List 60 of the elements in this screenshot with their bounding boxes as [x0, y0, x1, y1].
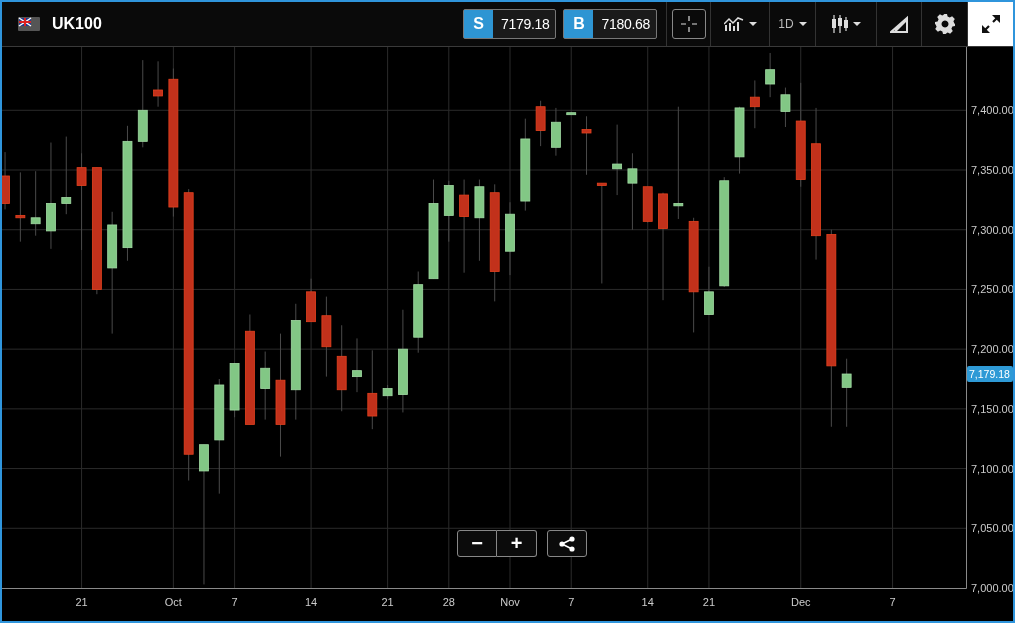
rising-candlestick [765, 52, 776, 98]
rising-candlestick [352, 337, 362, 393]
date-axis-label: 14 [304, 596, 318, 608]
date-axis-label: 21 [381, 596, 394, 608]
falling-candlestick [306, 278, 316, 323]
rising-candlestick [382, 384, 393, 400]
price-axis-label: 7,100.00 [971, 462, 1013, 475]
falling-candlestick [642, 186, 653, 224]
price-axis-label: 7,300.00 [971, 223, 1013, 236]
rising-candlestick [841, 358, 852, 428]
falling-candlestick [581, 115, 592, 176]
share-icon [559, 535, 575, 552]
line-chart-icon [723, 16, 744, 32]
falling-candlestick [2, 151, 10, 210]
price-axis-label: 7,350.00 [971, 164, 1013, 176]
symbol-title: UK100 [52, 15, 102, 33]
expand-icon [980, 14, 1001, 34]
date-axis-label: 21 [702, 596, 716, 608]
rising-candlestick [30, 170, 41, 237]
rising-candlestick [780, 87, 791, 128]
date-axis-label: 7 [231, 596, 238, 608]
rising-candlestick [229, 363, 240, 418]
falling-candlestick [535, 100, 546, 147]
zoom-out-button[interactable]: − [457, 530, 497, 557]
price-axis-label: 7,250.00 [971, 283, 1013, 296]
falling-candlestick [749, 79, 760, 129]
interval-dropdown[interactable]: 1D [769, 2, 815, 46]
rising-candlestick [551, 107, 561, 157]
date-axis-label: 21 [75, 596, 88, 608]
price-axis-label: 7,200.00 [971, 343, 1013, 356]
date-axis-label: 7 [889, 596, 896, 608]
date-axis-label: Nov [500, 596, 520, 608]
date-axis-label: 28 [442, 596, 455, 608]
rising-candlestick [566, 112, 577, 116]
rising-candlestick [260, 351, 271, 421]
price-button[interactable]: S 7179.18 [462, 9, 557, 39]
price-axis-label: 7,050.00 [971, 522, 1013, 535]
crosshair-icon [680, 16, 697, 32]
price-axis-label: 7,150.00 [971, 402, 1013, 415]
price-axis-label: 7,000.00 [971, 582, 1013, 594]
rising-candlestick [443, 180, 454, 243]
settings-icon [934, 14, 955, 34]
falling-candlestick [153, 60, 163, 108]
ruler-pencil-icon [890, 15, 908, 33]
price-axis-label: 7,400.00 [971, 104, 1013, 117]
share-button[interactable] [547, 530, 587, 557]
rising-candlestick [612, 124, 622, 196]
date-axis-label: 7 [568, 596, 575, 608]
date-axis-label: Dec [790, 596, 811, 608]
rising-candlestick [704, 266, 714, 315]
fullscreen-button[interactable] [967, 2, 1013, 46]
price-button[interactable]: B 7180.68 [563, 9, 657, 39]
falling-candlestick [15, 171, 26, 243]
candlestick-icon [831, 15, 848, 33]
date-axis-label: 14 [641, 596, 654, 608]
rising-candlestick [734, 106, 745, 175]
date-axis-label: Oct [164, 596, 182, 608]
last-price-label: 7,179.18 [967, 366, 1013, 382]
flag-icon [18, 17, 40, 31]
zoom-in-button[interactable]: + [497, 530, 537, 557]
